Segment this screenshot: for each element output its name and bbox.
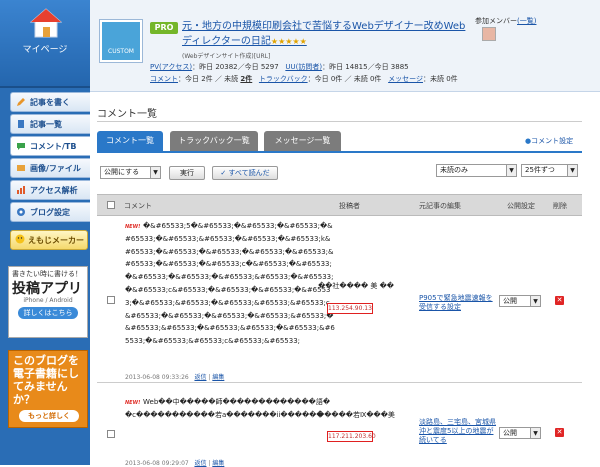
app-banner-title: 投稿アプリ	[12, 281, 82, 297]
members-list-link[interactable]: (一覧)	[517, 17, 536, 25]
ip-address: 113.254.90.13	[327, 303, 373, 314]
pro-badge: PRO	[150, 22, 178, 34]
table-row: NEW! �&#65533;5�&#65533;�&#65533;�&#6553…	[97, 216, 582, 383]
sidebar-item-articles[interactable]: 記事一覧	[10, 114, 90, 134]
sidebar-item-write[interactable]: 記事を書く	[10, 92, 90, 112]
delete-icon[interactable]: ✕	[555, 428, 564, 437]
access-stats: PV(アクセス)：昨日 20382／今日 5297 UU(訪問者)：昨日 148…	[150, 63, 409, 71]
gear-icon	[16, 207, 26, 217]
column-author: 投稿者	[339, 202, 360, 210]
chevron-down-icon: ▼	[530, 428, 540, 438]
author-name: ��社���� 美 ��	[318, 282, 394, 290]
chevron-down-icon: ▼	[150, 167, 160, 178]
reply-link[interactable]: 返信	[194, 460, 206, 467]
members: 参加メンバー(一覧)	[475, 17, 537, 25]
speech-bubble-icon	[16, 141, 26, 151]
column-delete: 削除	[553, 202, 567, 210]
app-banner-platforms: iPhone / Android	[23, 297, 73, 304]
tab-trackbacks[interactable]: トラックバック一覧	[170, 131, 258, 151]
blog-header: CUSTOM PRO 元・地方の中規模印刷会社で苦悩するWebデザイナー改めWe…	[90, 0, 600, 92]
chevron-down-icon: ▼	[506, 165, 516, 176]
table-row: NEW! Web��中�����師�������������語��c������…	[97, 383, 582, 467]
publish-select[interactable]: 公開 ▼	[499, 427, 541, 439]
pv-link[interactable]: PV(アクセス)	[150, 63, 192, 71]
ip-address: 117.211.203.60	[327, 431, 376, 442]
uu-link[interactable]: UU(訪問者)	[285, 63, 322, 71]
comment-meta: 2013-06-08 09:33:26 返信 | 編集	[125, 374, 225, 381]
trackback-link[interactable]: トラックバック	[259, 75, 308, 83]
row-checkbox[interactable]	[107, 430, 115, 438]
sidebar-nav: 記事を書く 記事一覧 コメント/TB 画像/ファイル アクセス解析 ブログ設定	[10, 92, 90, 224]
comment-text: �&#65533;5�&#65533;�&#65533;�&#65533;�&#…	[125, 222, 335, 346]
sidebar-item-label: アクセス解析	[30, 185, 78, 195]
sidebar-item-comments[interactable]: コメント/TB	[10, 136, 90, 156]
sidebar-item-settings[interactable]: ブログ設定	[10, 202, 90, 222]
ebook-banner[interactable]: このブログを電子書籍にしてみませんか？ もっと詳しく	[8, 350, 88, 428]
sidebar-item-label: 記事を書く	[30, 97, 70, 107]
comment-meta: 2013-06-08 09:29:07 返信 | 編集	[125, 460, 225, 467]
app-banner-tagline: 書きたい時に書ける！	[12, 270, 82, 278]
image-icon	[16, 163, 26, 173]
comment-settings-link[interactable]: ●コメント設定	[525, 136, 573, 146]
per-page-select[interactable]: 25件ずつ ▼	[521, 164, 578, 177]
delete-icon[interactable]: ✕	[555, 296, 564, 305]
document-icon	[16, 119, 26, 129]
avatar[interactable]	[482, 27, 496, 41]
message-link[interactable]: メッセージ	[388, 75, 423, 83]
comment-unread-link[interactable]: 2件	[240, 75, 252, 83]
comment-text: Web��中�����師�������������語��c�����������…	[125, 398, 330, 419]
activity-stats: コメント：今日 2件 ／ 未読 2件 トラックバック：今日 0件 ／ 未読 0件…	[150, 75, 458, 83]
emoji-maker-label: えもじメーカー	[28, 235, 84, 245]
sidebar-item-label: 記事一覧	[30, 119, 62, 129]
sidebar: マイページ 記事を書く 記事一覧 コメント/TB 画像/ファイル アクセス解析 …	[0, 0, 90, 465]
app-banner-button[interactable]: 詳しくはこちら	[18, 307, 78, 319]
page-title: コメント一覧	[97, 109, 157, 120]
row-checkbox[interactable]	[107, 296, 115, 304]
run-button[interactable]: 実行	[169, 166, 205, 180]
pencil-icon	[16, 97, 26, 107]
blog-subtitle: (Webデザインサイト作成)[URL]	[182, 53, 271, 60]
filter-select[interactable]: 未読のみ ▼	[436, 164, 517, 177]
chevron-down-icon: ▼	[530, 296, 540, 306]
sidebar-item-analytics[interactable]: アクセス解析	[10, 180, 90, 200]
source-article-link[interactable]: P905で緊急地震速報を受信する設定	[419, 294, 497, 312]
sidebar-item-images[interactable]: 画像/ファイル	[10, 158, 90, 178]
ebook-banner-button[interactable]: もっと詳しく	[19, 410, 79, 422]
column-publish: 公開設定	[507, 202, 535, 210]
bar-chart-icon	[16, 185, 26, 195]
mypage-label: マイページ	[22, 45, 68, 55]
edit-link[interactable]: 編集	[212, 374, 224, 381]
chevron-down-icon: ▼	[567, 165, 577, 176]
author-name: �����若Ⅸ���美	[317, 411, 395, 419]
house-icon	[30, 8, 62, 38]
star-rating: ★★★★★	[270, 37, 307, 46]
sidebar-item-label: ブログ設定	[30, 207, 70, 217]
publish-select[interactable]: 公開 ▼	[499, 295, 541, 307]
smiley-icon	[15, 234, 25, 246]
select-all-checkbox[interactable]	[107, 201, 115, 209]
bulk-action-select[interactable]: 公開にする ▼	[100, 166, 161, 179]
tab-messages[interactable]: メッセージ一覧	[264, 131, 341, 151]
app-banner[interactable]: 書きたい時に書ける！ 投稿アプリ iPhone / Android 詳しくはこち…	[8, 266, 88, 338]
ebook-banner-text: このブログを電子書籍にしてみませんか？	[13, 354, 79, 406]
reply-link[interactable]: 返信	[194, 374, 206, 381]
tab-comments[interactable]: コメント一覧	[97, 131, 163, 151]
sidebar-item-label: コメント/TB	[30, 141, 77, 151]
column-comment: コメント	[124, 202, 152, 210]
blog-icon[interactable]: CUSTOM	[100, 20, 142, 62]
column-article: 元記事の編集	[419, 202, 461, 210]
mark-all-read-button[interactable]: ✓ すべて読んだ	[212, 166, 278, 180]
sidebar-item-label: 画像/ファイル	[30, 163, 81, 173]
table-header: コメント 投稿者 元記事の編集 公開設定 削除	[97, 194, 582, 216]
mypage-button[interactable]: マイページ	[0, 0, 90, 88]
edit-link[interactable]: 編集	[212, 460, 224, 467]
emoji-maker-button[interactable]: えもじメーカー	[10, 230, 88, 250]
blog-title[interactable]: 元・地方の中規模印刷会社で苦悩するWebデザイナー改めWebディレクターの日記★…	[182, 19, 472, 49]
source-article-link[interactable]: 淡路島、三宅島、宮城県沖と震度5以上の地震が続いてる	[419, 418, 497, 445]
comment-link[interactable]: コメント	[150, 75, 178, 83]
